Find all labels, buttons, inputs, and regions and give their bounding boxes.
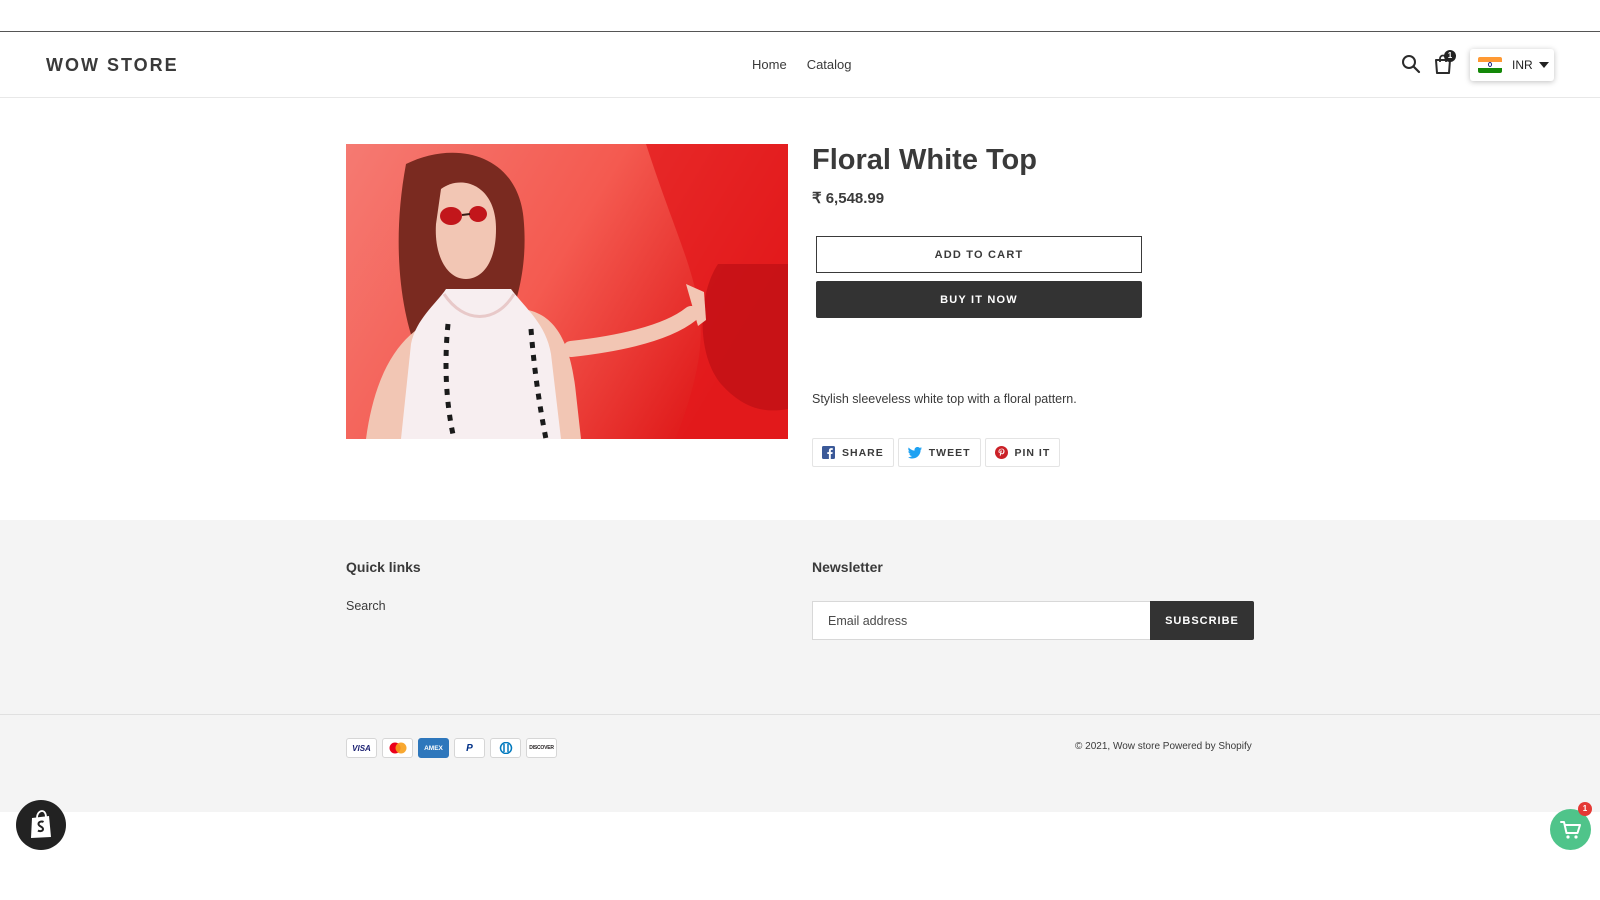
share-pinterest-label: PIN IT <box>1014 446 1051 459</box>
quick-links-heading: Quick links <box>346 559 421 575</box>
paypal-icon: P <box>454 738 485 758</box>
top-strip <box>0 0 1600 32</box>
newsletter-email-input[interactable] <box>812 601 1151 640</box>
site-footer: Quick links Search Newsletter SUBSCRIBE … <box>0 520 1600 812</box>
product-image[interactable] <box>346 144 788 439</box>
payment-icons: VISA AMEX P DISCOVER <box>346 738 557 758</box>
share-facebook-label: SHARE <box>842 446 884 459</box>
main-nav: Home Catalog <box>752 57 852 72</box>
visa-icon: VISA <box>346 738 377 758</box>
product-price: ₹ 6,548.99 <box>812 190 885 207</box>
currency-selector[interactable]: INR <box>1470 49 1554 81</box>
search-icon[interactable] <box>1400 53 1422 75</box>
mastercard-icon <box>382 738 413 758</box>
nav-catalog-link[interactable]: Catalog <box>807 57 852 72</box>
cart-icon <box>1559 820 1581 839</box>
twitter-icon <box>907 446 922 458</box>
pinterest-icon <box>994 446 1008 459</box>
discover-icon: DISCOVER <box>526 738 557 758</box>
floating-cart-badge: 1 <box>1578 802 1592 816</box>
amex-icon: AMEX <box>418 738 449 758</box>
product-title: Floral White Top <box>812 144 1037 176</box>
product-description: Stylish sleeveless white top with a flor… <box>812 392 1077 406</box>
buy-it-now-button[interactable]: BUY IT NOW <box>816 281 1142 318</box>
store-logo[interactable]: WOW STORE <box>46 55 179 76</box>
share-twitter-label: TWEET <box>928 446 971 459</box>
subscribe-button[interactable]: SUBSCRIBE <box>1150 601 1254 640</box>
currency-label: INR <box>1512 58 1533 72</box>
caret-down-icon <box>1538 62 1549 68</box>
footer-divider <box>0 714 1600 715</box>
share-twitter-button[interactable]: TWEET <box>897 438 981 467</box>
copyright-text: © 2021, Wow store Powered by Shopify <box>1075 741 1252 752</box>
social-share-row: SHARE TWEET PIN IT <box>812 438 1061 467</box>
nav-home-link[interactable]: Home <box>752 57 787 72</box>
india-flag-icon <box>1478 57 1502 73</box>
footer-search-link[interactable]: Search <box>346 599 386 613</box>
newsletter-heading: Newsletter <box>812 559 883 575</box>
facebook-icon <box>822 446 835 459</box>
cart-count-badge: 1 <box>1444 50 1456 62</box>
site-header: WOW STORE Home Catalog 1 INR <box>0 33 1600 98</box>
share-facebook-button[interactable]: SHARE <box>812 438 894 467</box>
shopify-bag-icon[interactable] <box>16 800 66 850</box>
diners-club-icon <box>490 738 521 758</box>
add-to-cart-button[interactable]: ADD TO CART <box>816 236 1142 273</box>
product-photo <box>346 144 788 439</box>
share-pinterest-button[interactable]: PIN IT <box>984 438 1061 467</box>
